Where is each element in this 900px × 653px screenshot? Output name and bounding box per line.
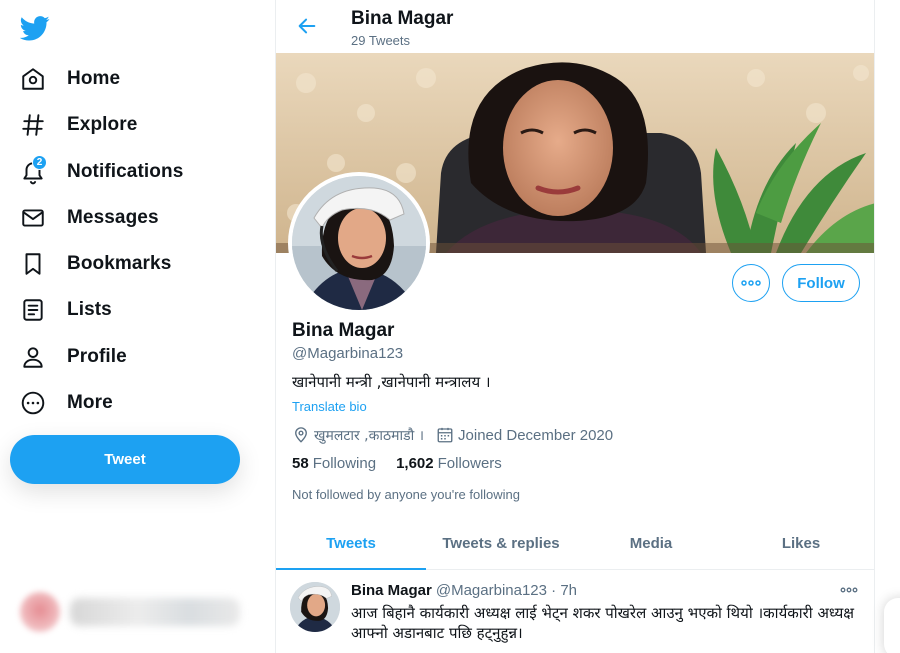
sidebar-item-label: Messages (67, 207, 159, 228)
avatar (20, 592, 60, 632)
sidebar-item-label: Explore (67, 114, 138, 135)
sidebar-item-explore[interactable]: Explore (18, 105, 137, 145)
sidebar-item-profile[interactable]: Profile (18, 337, 127, 377)
sidebar-item-label: More (67, 392, 113, 413)
profile-meta: खुमलटार ,काठमाडौ । Joined December 2020 (292, 425, 625, 445)
tweet-author-name[interactable]: Bina Magar (351, 582, 432, 599)
bookmark-icon (18, 249, 48, 279)
avatar[interactable] (290, 582, 340, 632)
tab-tweets-replies[interactable]: Tweets & replies (426, 517, 576, 569)
home-icon (18, 64, 48, 94)
location-pin-icon (295, 427, 307, 443)
tab-likes[interactable]: Likes (726, 517, 874, 569)
profile-handle: @Magarbina123 (292, 345, 404, 362)
followers-label: Followers (437, 455, 502, 472)
sidebar-item-label: Notifications (67, 161, 184, 182)
sidebar-item-notifications[interactable]: 2 Notifications (18, 152, 183, 192)
tweet-button[interactable]: Tweet (10, 435, 240, 484)
profile-tabs: Tweets Tweets & replies Media Likes (276, 517, 874, 570)
sidebar-item-label: Home (67, 68, 121, 89)
profile-name: Bina Magar (292, 320, 395, 341)
sidebar-item-label: Profile (67, 346, 127, 367)
join-date: Joined December 2020 (436, 426, 613, 444)
list-icon (18, 295, 48, 325)
tweet-count: 29 Tweets (351, 33, 411, 48)
joined-text: Joined December 2020 (458, 426, 614, 444)
location: खुमलटार ,काठमाडौ । (292, 426, 424, 445)
follow-stats: 58 Following 1,602 Followers (292, 455, 522, 472)
following-link[interactable]: 58 Following (292, 455, 376, 472)
tab-tweets[interactable]: Tweets (276, 517, 426, 570)
following-label: Following (312, 455, 377, 472)
tweet-more-icon[interactable] (836, 580, 862, 600)
envelope-icon (18, 203, 48, 233)
sidebar: Home Explore 2 Notifications Messages Bo… (0, 0, 275, 653)
profile-column: Bina Magar 29 Tweets Follow Bina Magar @… (275, 0, 875, 653)
more-circle-icon (18, 388, 48, 418)
sidebar-item-more[interactable]: More (18, 383, 113, 423)
avatar (292, 176, 426, 310)
translate-bio-link[interactable]: Translate bio (292, 399, 367, 414)
followed-by-note: Not followed by anyone you're following (292, 487, 520, 502)
back-arrow-icon[interactable] (292, 11, 322, 41)
sidebar-item-lists[interactable]: Lists (18, 290, 112, 330)
location-text: खुमलटार ,काठमाडौ । (314, 427, 425, 444)
following-count: 58 (292, 455, 309, 472)
header-title: Bina Magar (351, 8, 454, 29)
tweet-text: आज बिहानै कार्यकारी अध्यक्ष लाई भेट्न शक… (351, 604, 855, 642)
sidebar-item-bookmarks[interactable]: Bookmarks (18, 244, 171, 284)
sidebar-item-label: Lists (67, 299, 112, 320)
profile-header: Bina Magar 29 Tweets (276, 0, 874, 53)
profile-bio: खानेपानी मन्त्री ,खानेपानी मन्त्रालय । (292, 373, 491, 391)
followers-link[interactable]: 1,602 Followers (396, 455, 502, 472)
hashtag-icon (18, 110, 48, 140)
more-options-button[interactable] (732, 264, 770, 302)
notification-badge: 2 (32, 155, 47, 170)
messages-drawer-edge[interactable] (884, 598, 900, 653)
follow-button[interactable]: Follow (782, 264, 860, 302)
bell-icon: 2 (18, 155, 48, 187)
followers-count: 1,602 (396, 455, 434, 472)
twitter-bird-icon[interactable] (19, 12, 50, 42)
account-name-blurred (70, 598, 240, 626)
sidebar-item-messages[interactable]: Messages (18, 198, 159, 238)
tab-media[interactable]: Media (576, 517, 726, 569)
tweet-header: Bina Magar @Magarbina123 · 7h (351, 582, 577, 599)
account-switcher[interactable] (14, 588, 264, 636)
profile-avatar[interactable] (288, 172, 430, 314)
sidebar-item-home[interactable]: Home (18, 59, 120, 99)
calendar-icon (437, 427, 453, 443)
ellipsis-icon (741, 280, 761, 286)
tweet-author-handle: @Magarbina123 · 7h (435, 582, 578, 599)
person-icon (18, 342, 48, 372)
sidebar-item-label: Bookmarks (67, 253, 172, 274)
tweet-item[interactable]: Bina Magar @Magarbina123 · 7h आज बिहानै … (276, 570, 874, 653)
